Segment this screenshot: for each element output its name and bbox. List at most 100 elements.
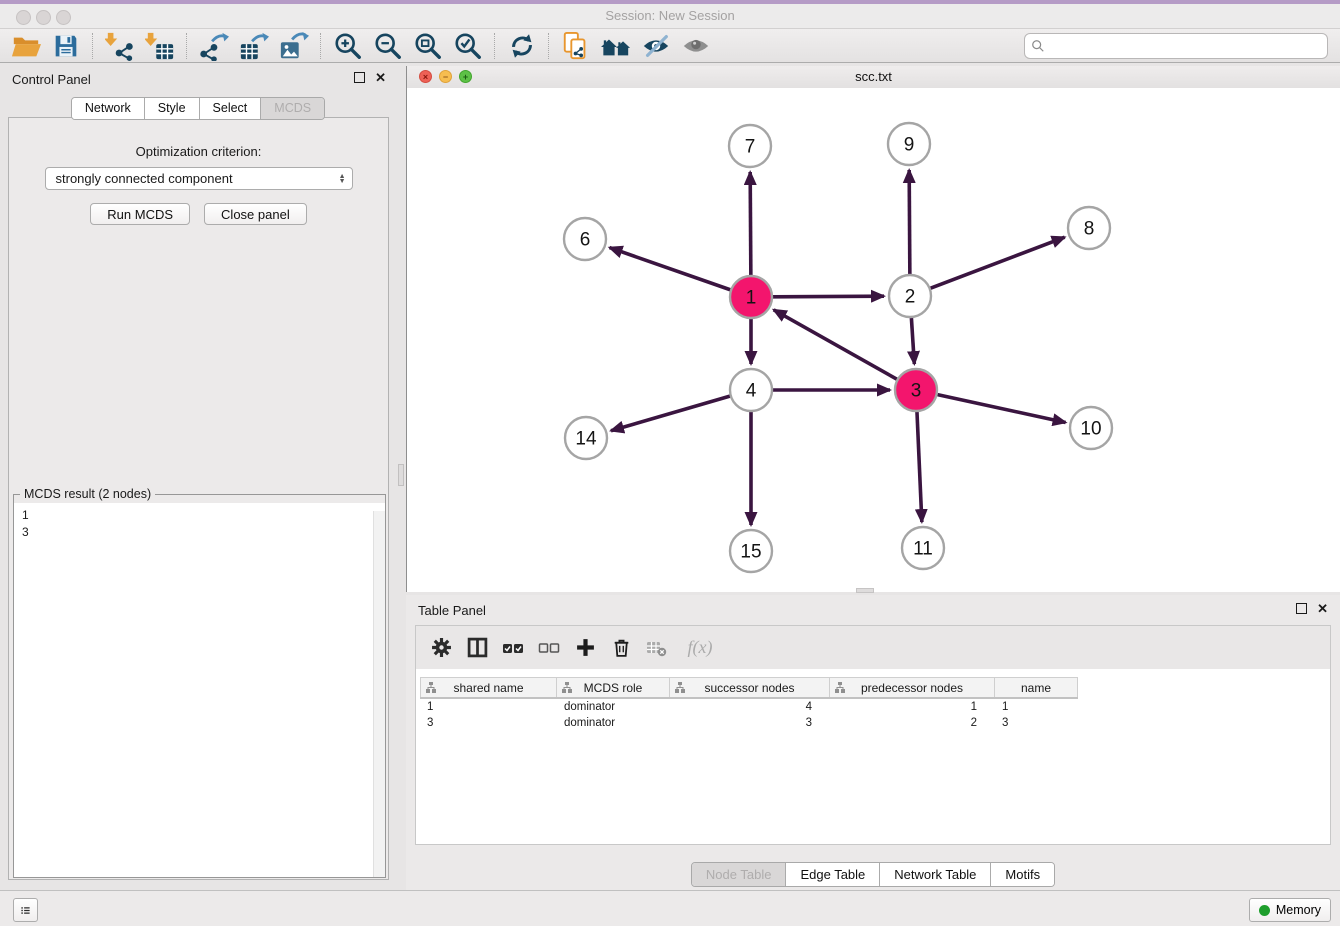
node-2[interactable]: 2 bbox=[889, 275, 931, 317]
table-tab-motifs[interactable]: Motifs bbox=[991, 863, 1054, 886]
column-header-successor-nodes[interactable]: successor nodes bbox=[670, 678, 830, 697]
node-3[interactable]: 3 bbox=[895, 369, 937, 411]
table-tab-network-table[interactable]: Network Table bbox=[880, 863, 991, 886]
add-column-button[interactable] bbox=[570, 633, 600, 663]
table-row[interactable]: 3dominator323 bbox=[420, 715, 1078, 731]
edge-2-8[interactable] bbox=[931, 237, 1065, 288]
duplicate-network-button[interactable] bbox=[556, 31, 596, 61]
column-header-name[interactable]: name bbox=[995, 678, 1078, 697]
edge-1-2[interactable] bbox=[773, 296, 884, 297]
table-tab-node-table[interactable]: Node Table bbox=[692, 863, 787, 886]
close-panel-button[interactable]: Close panel bbox=[204, 203, 307, 225]
zoom-selected-button[interactable] bbox=[448, 31, 488, 61]
zoom-window-button[interactable] bbox=[56, 10, 71, 25]
zoom-out-button[interactable] bbox=[368, 31, 408, 61]
import-network-icon bbox=[105, 31, 135, 61]
close-window-button[interactable] bbox=[16, 10, 31, 25]
export-image-icon bbox=[279, 31, 309, 61]
search-input[interactable] bbox=[1045, 38, 1321, 54]
node-8[interactable]: 8 bbox=[1068, 207, 1110, 249]
save-session-button[interactable] bbox=[46, 31, 86, 61]
node-11[interactable]: 11 bbox=[902, 527, 944, 569]
show-details-button[interactable] bbox=[676, 31, 716, 61]
edge-1-7[interactable] bbox=[750, 172, 751, 275]
column-header-predecessor-nodes[interactable]: predecessor nodes bbox=[830, 678, 995, 697]
edge-1-6[interactable] bbox=[610, 248, 731, 290]
open-session-button[interactable] bbox=[6, 31, 46, 61]
close-panel-icon[interactable]: ✕ bbox=[1317, 603, 1328, 614]
node-6[interactable]: 6 bbox=[564, 218, 606, 260]
result-scrollbar[interactable] bbox=[373, 511, 385, 877]
float-panel-icon[interactable] bbox=[1296, 603, 1307, 614]
criterion-select[interactable]: strongly connected component ▲▼ bbox=[45, 167, 353, 190]
eye-icon bbox=[681, 31, 711, 61]
delete-table-button[interactable] bbox=[642, 633, 672, 663]
home-views-button[interactable] bbox=[596, 31, 636, 61]
node-14[interactable]: 14 bbox=[565, 417, 607, 459]
minimize-view-button[interactable]: − bbox=[439, 70, 452, 83]
minimize-window-button[interactable] bbox=[36, 10, 51, 25]
zoom-fit-button[interactable] bbox=[408, 31, 448, 61]
table-cell[interactable]: 4 bbox=[670, 699, 830, 715]
tab-mcds[interactable]: MCDS bbox=[261, 98, 324, 119]
table-cell[interactable]: dominator bbox=[557, 699, 670, 715]
show-column-panel-button[interactable] bbox=[462, 633, 492, 663]
close-view-button[interactable]: × bbox=[419, 70, 432, 83]
tab-style[interactable]: Style bbox=[145, 98, 200, 119]
node-4[interactable]: 4 bbox=[730, 369, 772, 411]
tab-network[interactable]: Network bbox=[72, 98, 145, 119]
close-panel-icon[interactable]: ✕ bbox=[375, 72, 386, 83]
column-header-MCDS-role[interactable]: MCDS role bbox=[557, 678, 670, 697]
node-1[interactable]: 1 bbox=[730, 276, 772, 318]
import-network-button[interactable] bbox=[100, 31, 140, 61]
table-cell[interactable]: 1 bbox=[420, 699, 557, 715]
node-7[interactable]: 7 bbox=[729, 125, 771, 167]
hide-details-button[interactable] bbox=[636, 31, 676, 61]
table-cell[interactable]: dominator bbox=[557, 715, 670, 731]
export-table-button[interactable] bbox=[234, 31, 274, 61]
select-all-button[interactable] bbox=[498, 633, 528, 663]
delete-column-button[interactable] bbox=[606, 633, 636, 663]
svg-text:14: 14 bbox=[575, 429, 597, 450]
edge-4-14[interactable] bbox=[611, 396, 730, 431]
tab-select[interactable]: Select bbox=[200, 98, 262, 119]
edge-2-3[interactable] bbox=[911, 318, 914, 364]
zoom-in-button[interactable] bbox=[328, 31, 368, 61]
table-cell[interactable]: 3 bbox=[420, 715, 557, 731]
refresh-button[interactable] bbox=[502, 31, 542, 61]
table-row[interactable]: 1dominator411 bbox=[420, 699, 1078, 715]
function-builder-button[interactable]: f(x) bbox=[678, 633, 722, 663]
memory-button[interactable]: Memory bbox=[1249, 898, 1331, 922]
table-tab-edge-table[interactable]: Edge Table bbox=[786, 863, 880, 886]
edge-3-11[interactable] bbox=[917, 412, 922, 522]
edge-3-10[interactable] bbox=[937, 395, 1065, 423]
table-cell[interactable]: 1 bbox=[995, 699, 1078, 715]
mcds-result-textarea[interactable]: 1 3 bbox=[14, 503, 385, 877]
run-mcds-button[interactable]: Run MCDS bbox=[90, 203, 190, 225]
edge-2-9[interactable] bbox=[909, 170, 910, 274]
zoom-selected-icon bbox=[453, 31, 483, 61]
table-cell[interactable]: 2 bbox=[830, 715, 995, 731]
export-image-button[interactable] bbox=[274, 31, 314, 61]
delete-table-icon bbox=[646, 638, 668, 658]
task-history-button[interactable] bbox=[13, 898, 38, 922]
column-header-shared-name[interactable]: shared name bbox=[420, 678, 557, 697]
view-resize-handle[interactable] bbox=[856, 588, 874, 593]
panel-splitter-handle[interactable] bbox=[398, 464, 404, 486]
network-canvas[interactable]: 7 9 6 8 1 2 4 3 14 10 15 11 bbox=[407, 88, 1340, 592]
import-table-button[interactable] bbox=[140, 31, 180, 61]
edge-3-1[interactable] bbox=[774, 310, 897, 379]
network-view-titlebar[interactable]: × − + scc.txt bbox=[407, 66, 1340, 89]
node-15[interactable]: 15 bbox=[730, 530, 772, 572]
maximize-view-button[interactable]: + bbox=[459, 70, 472, 83]
node-9[interactable]: 9 bbox=[888, 123, 930, 165]
node-10[interactable]: 10 bbox=[1070, 407, 1112, 449]
deselect-all-button[interactable] bbox=[534, 633, 564, 663]
float-panel-icon[interactable] bbox=[354, 72, 365, 83]
table-settings-button[interactable] bbox=[426, 633, 456, 663]
toolbar-separator bbox=[494, 33, 496, 59]
table-cell[interactable]: 3 bbox=[670, 715, 830, 731]
export-network-button[interactable] bbox=[194, 31, 234, 61]
table-cell[interactable]: 3 bbox=[995, 715, 1078, 731]
table-cell[interactable]: 1 bbox=[830, 699, 995, 715]
